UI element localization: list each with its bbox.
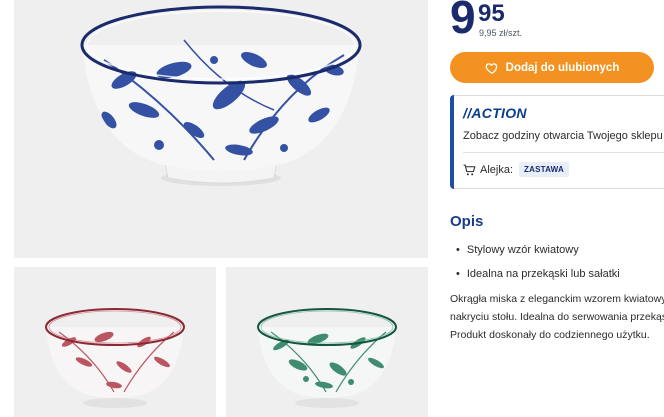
description-body: Okrągła miska z eleganckim wzorem kwiato… bbox=[450, 290, 664, 344]
action-logo: //ACTION bbox=[463, 105, 527, 121]
cart-icon bbox=[463, 164, 476, 175]
add-to-favorites-label: Dodaj do ulubionych bbox=[505, 61, 620, 74]
add-to-favorites-button[interactable]: Dodaj do ulubionych bbox=[450, 52, 654, 83]
heart-icon bbox=[485, 62, 497, 74]
store-card-divider bbox=[463, 152, 664, 153]
product-thumbnail-red[interactable] bbox=[14, 267, 216, 417]
product-main-image[interactable] bbox=[14, 0, 428, 258]
aisle-badge: ZASTAWA bbox=[519, 162, 569, 177]
aisle-info: Alejka: ZASTAWA bbox=[463, 162, 569, 177]
product-thumbnail-green[interactable] bbox=[226, 267, 428, 417]
store-card-accent bbox=[450, 95, 454, 189]
description-bullets: Stylowy wzór kwiatowy Idealna na przekąs… bbox=[456, 238, 620, 286]
store-hours-link[interactable]: Zobacz godziny otwarcia Twojego sklepu bbox=[463, 130, 663, 142]
green-floral-bowl-image bbox=[257, 308, 397, 408]
aisle-label: Alejka: bbox=[480, 163, 514, 176]
blue-floral-bowl-image bbox=[80, 5, 362, 186]
description-line: Okrągła miska z eleganckim wzorem kwiato… bbox=[450, 293, 664, 305]
price-per-unit: 9,95 zł/szt. bbox=[479, 28, 523, 38]
description-title: Opis bbox=[450, 213, 484, 230]
list-item: Stylowy wzór kwiatowy bbox=[456, 238, 620, 262]
description-line: nakryciu stołu. Idealna do serwowania pr… bbox=[450, 311, 664, 323]
description-line: Produkt doskonały do codziennego użytku. bbox=[450, 329, 650, 341]
store-info-card: //ACTION Zobacz godziny otwarcia Twojego… bbox=[450, 95, 664, 189]
price-integer: 9 bbox=[450, 0, 476, 43]
list-item: Idealna na przekąski lub sałatki bbox=[456, 262, 620, 286]
red-floral-bowl-image bbox=[45, 308, 185, 408]
price-decimal: 95 bbox=[478, 0, 505, 27]
